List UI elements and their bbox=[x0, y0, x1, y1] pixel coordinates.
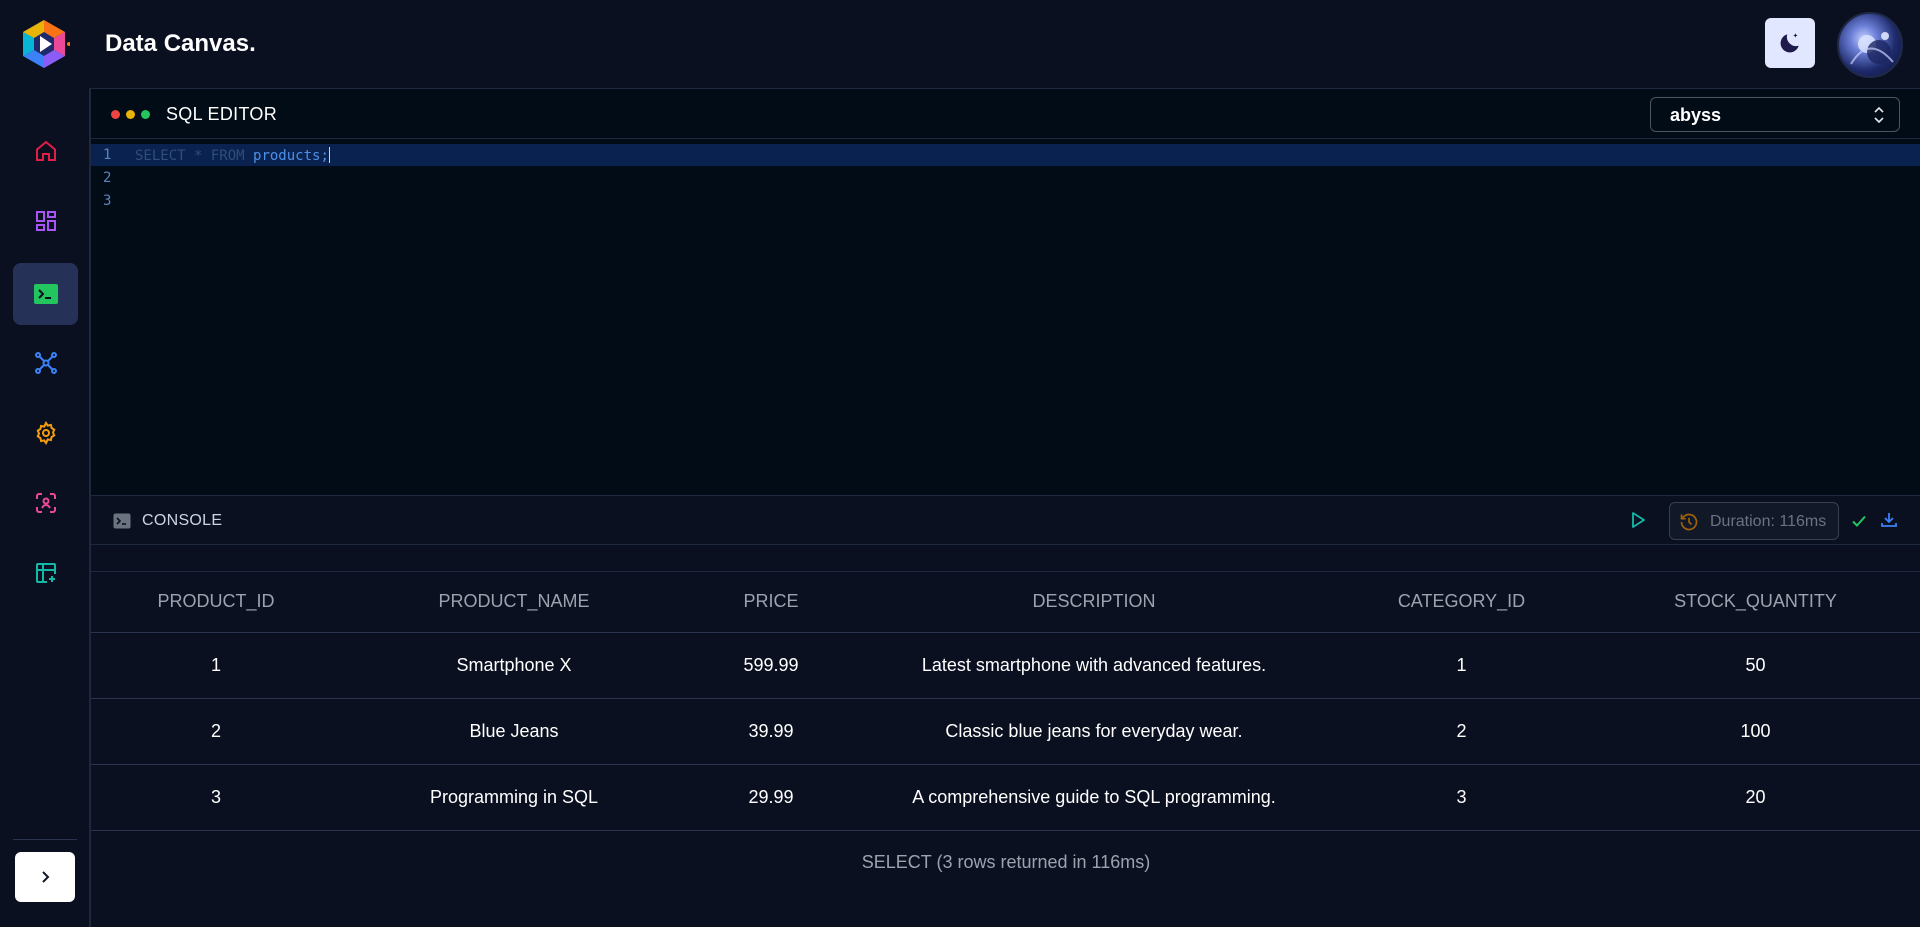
table-cell: Programming in SQL bbox=[341, 764, 687, 831]
table-row[interactable]: 1 Smartphone X 599.99 Latest smartphone … bbox=[91, 632, 1920, 699]
results-table: PRODUCT_ID PRODUCT_NAME PRICE DESCRIPTIO… bbox=[91, 572, 1920, 831]
gear-icon bbox=[36, 421, 55, 445]
table-cell: 50 bbox=[1590, 632, 1920, 699]
expand-sidebar-button[interactable] bbox=[15, 852, 75, 902]
table-cell: 20 bbox=[1590, 764, 1920, 831]
table-cell: 599.99 bbox=[687, 632, 855, 699]
table-cell: 2 bbox=[1333, 698, 1590, 765]
table-cell: Classic blue jeans for everyday wear. bbox=[855, 698, 1333, 765]
sidebar-item-sql-editor[interactable] bbox=[13, 263, 78, 325]
sidebar-divider bbox=[13, 839, 77, 840]
line-number: 2 bbox=[103, 170, 112, 186]
check-icon bbox=[1852, 515, 1866, 527]
table-cell: 3 bbox=[1333, 764, 1590, 831]
database-select[interactable]: abyss bbox=[1650, 97, 1900, 132]
column-header[interactable]: PRODUCT_NAME bbox=[341, 572, 687, 633]
avatar[interactable] bbox=[1837, 12, 1903, 78]
column-header[interactable]: PRODUCT_ID bbox=[91, 572, 341, 633]
table-cell: Blue Jeans bbox=[341, 698, 687, 765]
chevron-right-icon bbox=[42, 871, 50, 883]
sidebar-item-new-table[interactable] bbox=[13, 542, 78, 604]
run-query-button[interactable] bbox=[1628, 510, 1648, 535]
table-cell: 3 bbox=[91, 764, 341, 831]
sidebar-item-home[interactable] bbox=[13, 120, 78, 182]
query-status: SELECT (3 rows returned in 116ms) bbox=[861, 852, 1151, 872]
sidebar-item-dashboard[interactable] bbox=[13, 190, 78, 252]
line-number: 3 bbox=[103, 193, 112, 209]
console-toolbar: CONSOLE Duration: 116ms bbox=[90, 495, 1920, 545]
play-icon bbox=[1632, 512, 1645, 528]
results-spacer bbox=[91, 545, 1920, 572]
sidebar-item-scan[interactable] bbox=[13, 472, 78, 534]
database-select-value: abyss bbox=[1670, 105, 1722, 125]
table-row[interactable]: 3 Programming in SQL 29.99 A comprehensi… bbox=[91, 764, 1920, 831]
table-cell: Latest smartphone with advanced features… bbox=[855, 632, 1333, 699]
code-line[interactable]: 2 bbox=[91, 167, 1920, 189]
theme-toggle-button[interactable] bbox=[1765, 18, 1815, 68]
table-row[interactable]: 2 Blue Jeans 39.99 Classic blue jeans fo… bbox=[91, 698, 1920, 765]
table-cell: Smartphone X bbox=[341, 632, 687, 699]
window-dot-green bbox=[141, 110, 150, 119]
sql-keywords: SELECT * FROM bbox=[135, 148, 254, 164]
table-cell: 29.99 bbox=[687, 764, 855, 831]
terminal-icon bbox=[33, 284, 58, 304]
download-button[interactable] bbox=[1880, 511, 1898, 534]
window-dot-yellow bbox=[126, 110, 135, 119]
table-cell: 39.99 bbox=[687, 698, 855, 765]
download-icon bbox=[1881, 513, 1897, 527]
table-plus-icon bbox=[35, 563, 56, 583]
editor-header: SQL EDITOR abyss bbox=[91, 89, 1920, 139]
home-icon bbox=[35, 140, 56, 161]
window-dot-red bbox=[111, 110, 120, 119]
table-cell: 1 bbox=[91, 632, 341, 699]
code-editor[interactable]: 1 SELECT * FROM products; 2 3 bbox=[91, 144, 1920, 494]
sql-identifier: products bbox=[253, 148, 321, 164]
dashboard-icon bbox=[35, 211, 56, 231]
editor-title: SQL EDITOR bbox=[166, 104, 278, 124]
app-title: Data Canvas. bbox=[105, 30, 256, 57]
moon-icon bbox=[1780, 33, 1799, 53]
column-header[interactable]: STOCK_QUANTITY bbox=[1590, 572, 1920, 633]
chevron-up-down-icon bbox=[1874, 106, 1884, 124]
table-cell: 100 bbox=[1590, 698, 1920, 765]
column-header[interactable]: CATEGORY_ID bbox=[1333, 572, 1590, 633]
code-line[interactable]: 1 SELECT * FROM products; bbox=[91, 144, 1920, 166]
logo-icon[interactable] bbox=[18, 18, 71, 70]
code-text: SELECT * FROM products; bbox=[135, 147, 330, 164]
sidebar-item-schema[interactable] bbox=[13, 332, 78, 394]
sql-editor-panel: SQL EDITOR abyss 1 SELECT * FROM product… bbox=[90, 88, 1920, 495]
column-header[interactable]: DESCRIPTION bbox=[855, 572, 1333, 633]
confirm-button[interactable] bbox=[1850, 512, 1868, 535]
table-cell: 2 bbox=[91, 698, 341, 765]
column-header[interactable]: PRICE bbox=[687, 572, 855, 633]
terminal-icon bbox=[113, 513, 131, 529]
sidebar bbox=[0, 88, 90, 927]
console-label: CONSOLE bbox=[142, 512, 223, 529]
code-line[interactable]: 3 bbox=[91, 190, 1920, 212]
text-cursor bbox=[328, 147, 330, 163]
network-icon bbox=[34, 352, 57, 374]
table-cell: 1 bbox=[1333, 632, 1590, 699]
results-panel: PRODUCT_ID PRODUCT_NAME PRICE DESCRIPTIO… bbox=[90, 545, 1920, 927]
duration-label: Duration: 116ms bbox=[1710, 513, 1827, 530]
query-history-button[interactable]: Duration: 116ms bbox=[1669, 502, 1839, 540]
sidebar-item-settings[interactable] bbox=[13, 402, 78, 464]
sql-terminator: ; bbox=[320, 148, 329, 164]
table-header-row: PRODUCT_ID PRODUCT_NAME PRICE DESCRIPTIO… bbox=[91, 572, 1920, 633]
table-cell: A comprehensive guide to SQL programming… bbox=[855, 764, 1333, 831]
scan-face-icon bbox=[35, 493, 56, 513]
line-number: 1 bbox=[103, 147, 112, 163]
history-icon bbox=[1680, 513, 1698, 531]
top-bar: Data Canvas. bbox=[0, 0, 1920, 88]
